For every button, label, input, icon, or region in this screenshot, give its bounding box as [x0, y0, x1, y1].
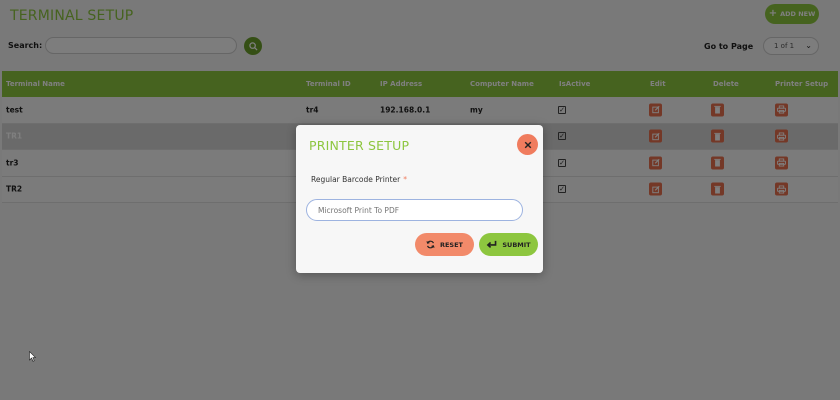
printer-name-input[interactable] [306, 199, 523, 221]
submit-button[interactable]: SUBMIT [479, 233, 538, 256]
reset-label: RESET [439, 240, 463, 249]
close-icon [524, 141, 531, 148]
printer-field-label: Regular Barcode Printer * [311, 175, 407, 184]
printer-field-label-text: Regular Barcode Printer [311, 175, 401, 184]
printer-setup-dialog: PRINTER SETUP Regular Barcode Printer* R… [296, 125, 543, 273]
mouse-cursor-icon [29, 351, 36, 362]
submit-label: SUBMIT [502, 240, 531, 249]
enter-arrow-icon [487, 240, 497, 248]
close-button[interactable] [517, 134, 538, 155]
required-asterisk: * [403, 175, 407, 184]
dialog-title: PRINTER SETUP [309, 138, 410, 153]
reset-button[interactable]: RESET [415, 233, 474, 256]
refresh-icon [426, 240, 435, 249]
